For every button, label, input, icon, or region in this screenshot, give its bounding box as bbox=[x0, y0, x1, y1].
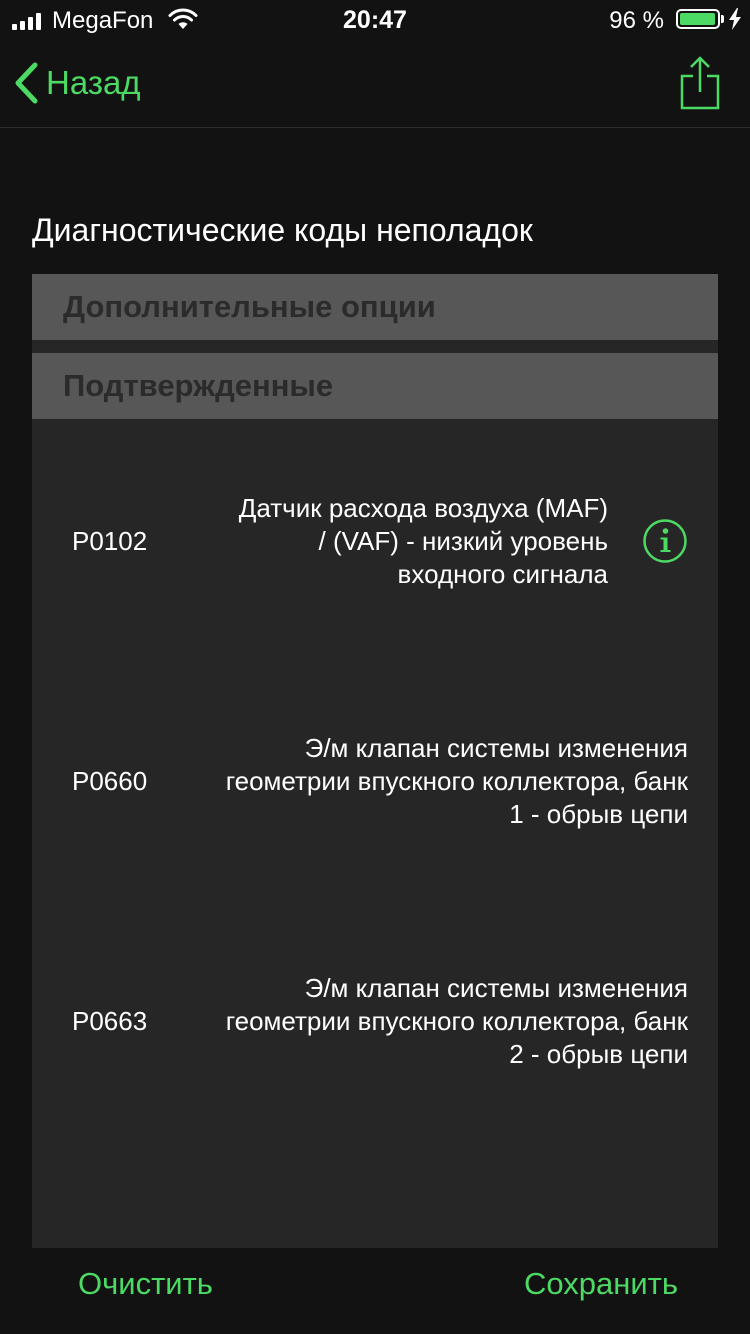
code-id: P0660 bbox=[72, 765, 148, 796]
code-description: Э/м клапан системы изменения геометрии в… bbox=[225, 972, 688, 1069]
save-button[interactable]: Сохранить bbox=[524, 1266, 678, 1302]
chevron-left-icon bbox=[15, 62, 38, 104]
battery-icon bbox=[676, 9, 720, 29]
code-description: Э/м клапан системы изменения геометрии в… bbox=[225, 732, 688, 829]
code-row-p0102[interactable]: P0102 Датчик расхода воздуха (MAF) / (VA… bbox=[32, 466, 718, 616]
navigation-bar: Назад bbox=[0, 40, 750, 128]
code-id: P0102 bbox=[72, 525, 148, 556]
battery-level bbox=[680, 13, 715, 25]
back-button[interactable]: Назад bbox=[14, 62, 141, 104]
code-id: P0663 bbox=[72, 1005, 148, 1036]
group-header-additional-options[interactable]: Дополнительные опции bbox=[32, 274, 718, 340]
group-header-confirmed[interactable]: Подтвержденные bbox=[32, 353, 718, 419]
share-icon[interactable] bbox=[680, 56, 720, 110]
codes-panel: Дополнительные опции Подтвержденные P010… bbox=[32, 274, 718, 1248]
screen: MegaFon 20:47 96 % Назад Диагностические… bbox=[0, 0, 750, 1334]
code-description: Датчик расхода воздуха (MAF) / (VAF) - н… bbox=[238, 492, 608, 589]
charging-bolt-icon bbox=[729, 8, 741, 30]
battery-tip bbox=[721, 15, 724, 23]
code-row-p0660[interactable]: P0660 Э/м клапан системы изменения геоме… bbox=[32, 706, 718, 856]
battery-percentage: 96 % bbox=[609, 7, 664, 34]
status-bar: MegaFon 20:47 96 % bbox=[0, 0, 750, 40]
info-icon[interactable] bbox=[642, 518, 688, 564]
section-title: Диагностические коды неполадок bbox=[32, 212, 533, 248]
back-button-label: Назад bbox=[46, 64, 141, 101]
clear-button[interactable]: Очистить bbox=[78, 1266, 213, 1302]
code-row-p0663[interactable]: P0663 Э/м клапан системы изменения геоме… bbox=[32, 946, 718, 1096]
